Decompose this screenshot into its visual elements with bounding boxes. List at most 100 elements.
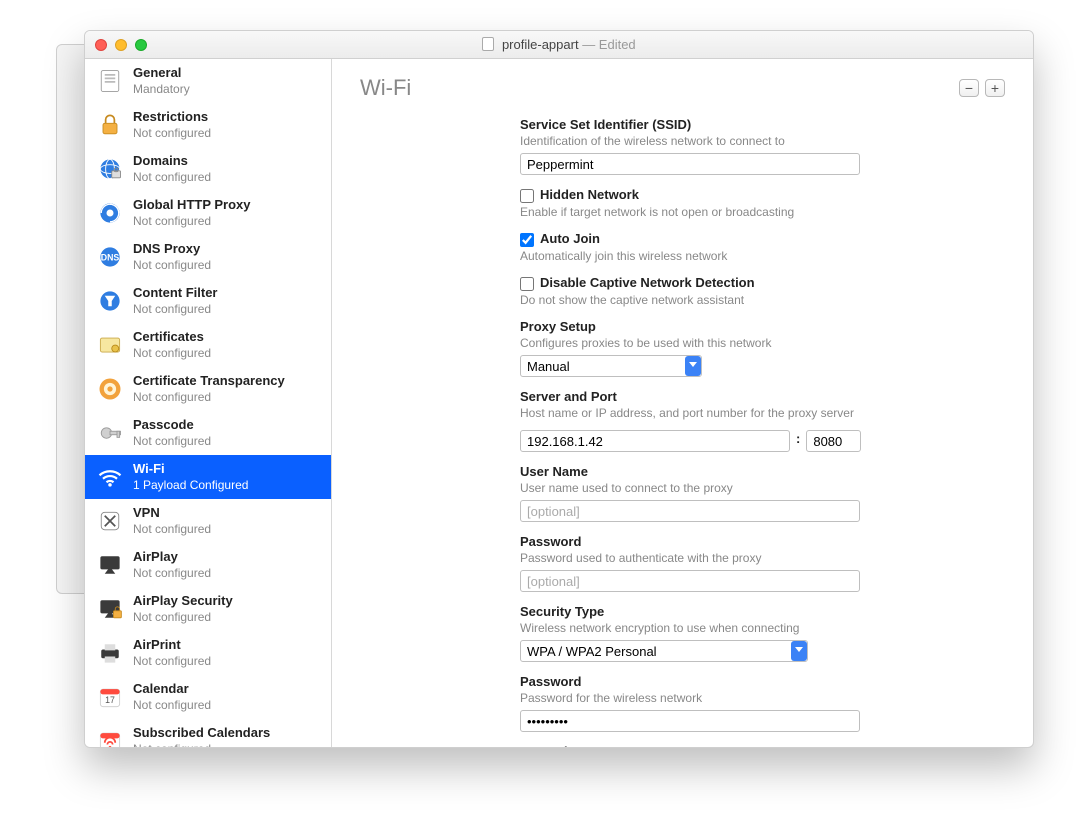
main-window: profile-appart — Edited General Mandator… [84, 30, 1034, 748]
port-input[interactable] [806, 430, 861, 452]
httpproxy-icon [95, 198, 125, 228]
certtransparency-icon [95, 374, 125, 404]
captive-hint: Do not show the captive network assistan… [520, 293, 1005, 307]
sidebar-item-airplaysec[interactable]: AirPlay Security Not configured [85, 587, 331, 631]
proxysetup-label: Proxy Setup [520, 319, 1005, 334]
serverport-label: Server and Port [520, 389, 1005, 404]
security-select[interactable]: WPA / WPA2 Personal [520, 640, 808, 662]
sidebar-item-title: Global HTTP Proxy [133, 197, 251, 213]
sidebar-item-sub: Not configured [133, 434, 211, 449]
sidebar-item-sub: Not configured [133, 698, 211, 713]
sidebar[interactable]: General Mandatory Restrictions Not confi… [85, 59, 332, 747]
sidebar-item-title: Domains [133, 153, 211, 169]
remove-payload-button[interactable]: − [959, 79, 979, 97]
sidebar-item-wifi[interactable]: Wi-Fi 1 Payload Configured [85, 455, 331, 499]
restrictions-icon [95, 110, 125, 140]
sidebar-item-title: Passcode [133, 417, 211, 433]
sidebar-item-vpn[interactable]: VPN Not configured [85, 499, 331, 543]
sidebar-item-title: DNS Proxy [133, 241, 211, 257]
ssid-hint: Identification of the wireless network t… [520, 134, 1005, 148]
autojoin-checkbox[interactable] [520, 233, 534, 247]
proxypassword-hint: Password used to authenticate with the p… [520, 551, 1005, 565]
serverport-section: Server and Port Host name or IP address,… [520, 389, 1005, 452]
svg-text:DNS: DNS [101, 253, 120, 263]
hidden-checkbox[interactable] [520, 189, 534, 203]
wifipassword-label: Password [520, 674, 1005, 689]
autojoin-label: Auto Join [540, 231, 600, 246]
add-payload-button[interactable]: + [985, 79, 1005, 97]
hidden-hint: Enable if target network is not open or … [520, 205, 1005, 219]
sidebar-item-sub: Not configured [133, 214, 251, 229]
username-section: User Name User name used to connect to t… [520, 464, 1005, 522]
sidebar-item-contentfilter[interactable]: Content Filter Not configured [85, 279, 331, 323]
certificates-icon [95, 330, 125, 360]
hidden-label: Hidden Network [540, 187, 639, 202]
ssid-section: Service Set Identifier (SSID) Identifica… [520, 117, 1005, 175]
proxypassword-input[interactable] [520, 570, 860, 592]
sidebar-item-sub: Not configured [133, 742, 270, 747]
sidebar-item-title: Content Filter [133, 285, 218, 301]
sidebar-item-restrictions[interactable]: Restrictions Not configured [85, 103, 331, 147]
username-hint: User name used to connect to the proxy [520, 481, 1005, 495]
general-icon [95, 66, 125, 96]
titlebar: profile-appart — Edited [85, 31, 1033, 59]
sidebar-item-httpproxy[interactable]: Global HTTP Proxy Not configured [85, 191, 331, 235]
username-label: User Name [520, 464, 1005, 479]
edited-label: — Edited [582, 37, 635, 52]
sidebar-item-sub: Not configured [133, 566, 211, 581]
payload-buttons: − + [959, 79, 1005, 97]
autojoin-hint: Automatically join this wireless network [520, 249, 1005, 263]
page-title: Wi-Fi [360, 75, 411, 101]
proxysetup-select[interactable]: Manual [520, 355, 702, 377]
sidebar-item-sub: Not configured [133, 258, 211, 273]
sidebar-item-sub: Not configured [133, 522, 211, 537]
wifipassword-input[interactable] [520, 710, 860, 732]
sidebar-item-passcode[interactable]: Passcode Not configured [85, 411, 331, 455]
hidden-section: Hidden Network Enable if target network … [520, 187, 1005, 219]
wifipassword-section: Password Password for the wireless netwo… [520, 674, 1005, 732]
sidebar-item-title: AirPrint [133, 637, 211, 653]
sidebar-item-title: AirPlay [133, 549, 211, 565]
domains-icon [95, 154, 125, 184]
sidebar-item-certificates[interactable]: Certificates Not configured [85, 323, 331, 367]
sidebar-item-title: Subscribed Calendars [133, 725, 270, 741]
networktype-label: Network Type [520, 744, 1005, 747]
proxypassword-label: Password [520, 534, 1005, 549]
username-input[interactable] [520, 500, 860, 522]
content-pane: Wi-Fi − + Service Set Identifier (SSID) … [332, 59, 1033, 747]
ssid-input[interactable] [520, 153, 860, 175]
sidebar-item-subcalendar[interactable]: Subscribed Calendars Not configured [85, 719, 331, 747]
sidebar-item-title: General [133, 65, 190, 81]
window-body: General Mandatory Restrictions Not confi… [85, 59, 1033, 747]
sidebar-item-certtransparency[interactable]: Certificate Transparency Not configured [85, 367, 331, 411]
sidebar-item-domains[interactable]: Domains Not configured [85, 147, 331, 191]
sidebar-item-airprint[interactable]: AirPrint Not configured [85, 631, 331, 675]
sidebar-item-sub: Not configured [133, 126, 211, 141]
proxypassword-section: Password Password used to authenticate w… [520, 534, 1005, 592]
document-name: profile-appart [502, 37, 579, 52]
sidebar-item-title: AirPlay Security [133, 593, 233, 609]
contentfilter-icon [95, 286, 125, 316]
passcode-icon [95, 418, 125, 448]
sidebar-item-airplay[interactable]: AirPlay Not configured [85, 543, 331, 587]
sidebar-item-title: Restrictions [133, 109, 211, 125]
subcalendar-icon [95, 726, 125, 747]
proxysetup-hint: Configures proxies to be used with this … [520, 336, 1005, 350]
sidebar-item-sub: 1 Payload Configured [133, 478, 248, 493]
security-hint: Wireless network encryption to use when … [520, 621, 1005, 635]
wifipassword-hint: Password for the wireless network [520, 691, 1005, 705]
sidebar-item-sub: Not configured [133, 390, 285, 405]
wifi-icon [95, 462, 125, 492]
airplaysec-icon [95, 594, 125, 624]
server-input[interactable] [520, 430, 790, 452]
sidebar-item-general[interactable]: General Mandatory [85, 59, 331, 103]
svg-text:17: 17 [105, 695, 115, 705]
serverport-hint: Host name or IP address, and port number… [520, 406, 1005, 420]
sidebar-item-dnsproxy[interactable]: DNS DNS Proxy Not configured [85, 235, 331, 279]
sidebar-item-calendar[interactable]: 17 Calendar Not configured [85, 675, 331, 719]
security-section: Security Type Wireless network encryptio… [520, 604, 1005, 662]
captive-checkbox[interactable] [520, 277, 534, 291]
sidebar-item-sub: Not configured [133, 346, 211, 361]
wifi-form: Service Set Identifier (SSID) Identifica… [520, 117, 1005, 747]
sidebar-item-title: Certificates [133, 329, 211, 345]
